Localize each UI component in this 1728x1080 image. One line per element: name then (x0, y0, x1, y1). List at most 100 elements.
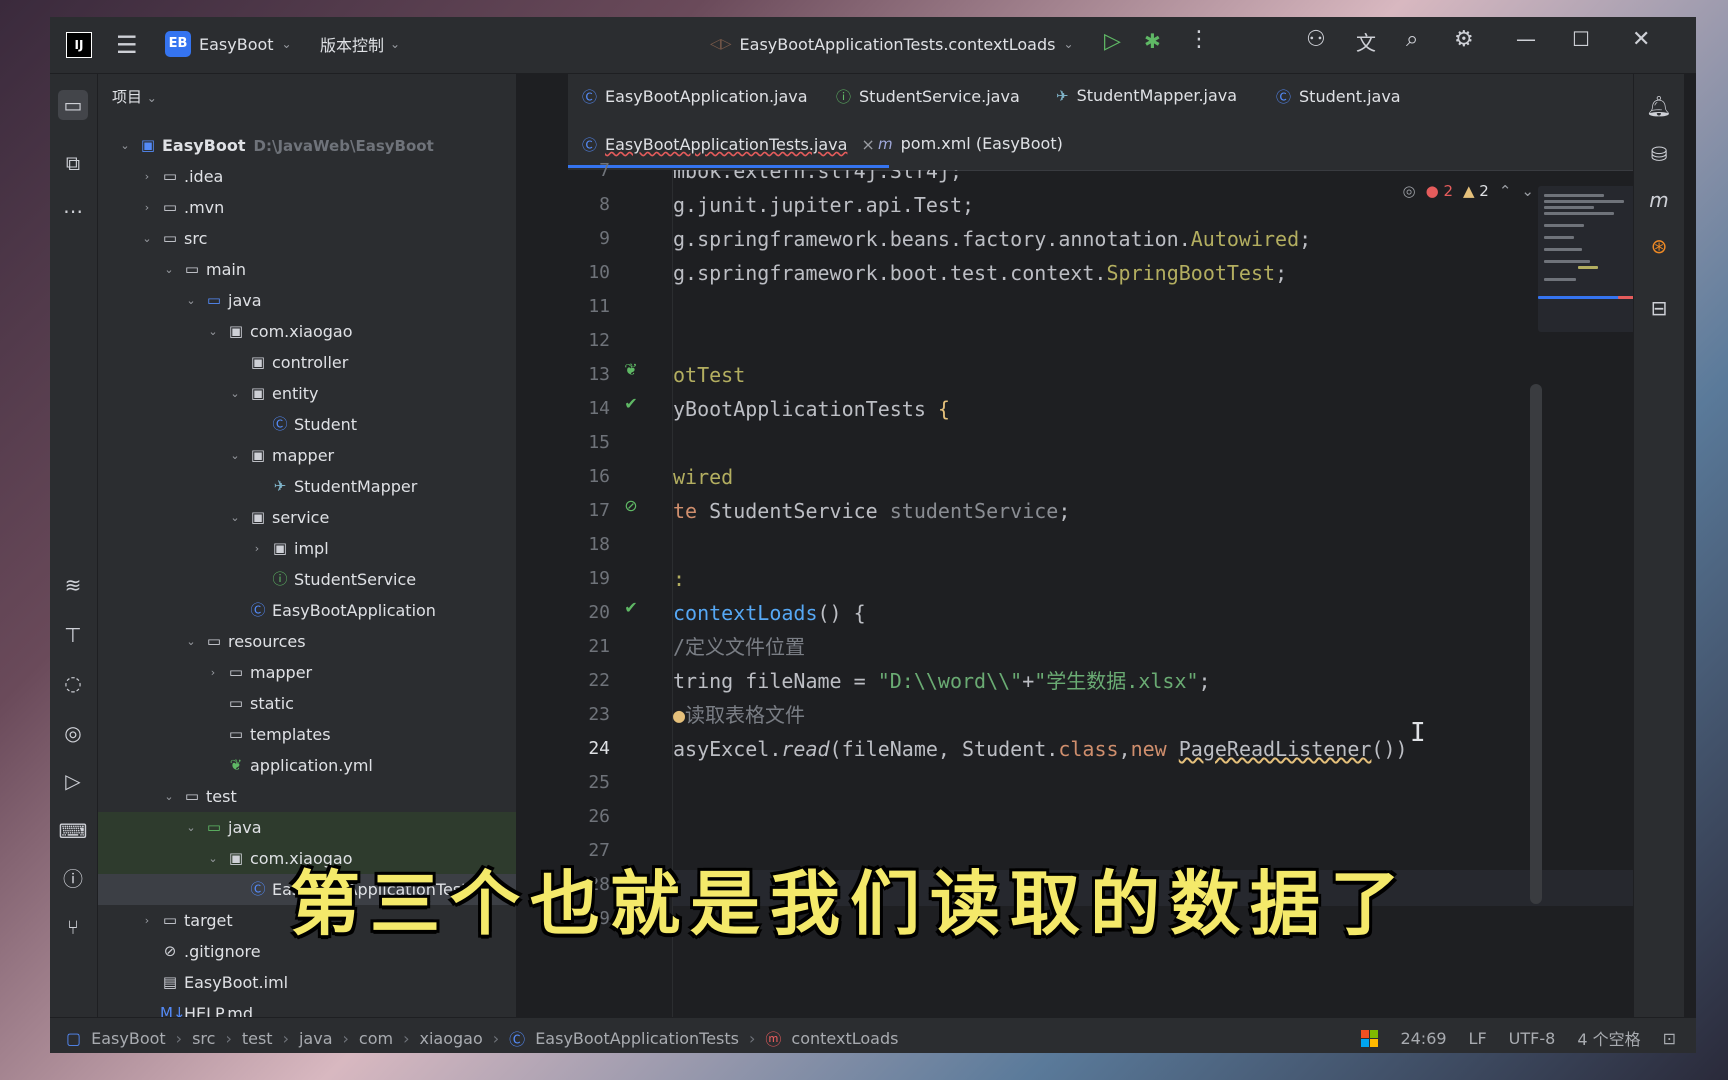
tree-item[interactable]: ⌄ ▣ com.xiaogao (98, 316, 516, 347)
tree-item[interactable]: ⌄ ▭ main (98, 254, 516, 285)
chevron-down-icon[interactable]: ⌄ (184, 626, 198, 657)
tab-student-mapper[interactable]: ✈ StudentMapper.java (1056, 86, 1237, 105)
maximize-icon[interactable]: ☐ (1572, 27, 1590, 51)
debug-icon[interactable]: ✱ (1144, 29, 1161, 53)
tree-item[interactable]: ⌄ ▭ resources (98, 626, 516, 657)
chevron-down-icon[interactable]: ⌄ (206, 843, 220, 874)
main-menu-icon[interactable]: ☰ (116, 31, 138, 59)
next-problem-icon[interactable]: ⌄ (1521, 182, 1534, 200)
line-separator[interactable]: LF (1469, 1029, 1487, 1048)
tab-pom-xml[interactable]: m pom.xml (EasyBoot) (878, 134, 1063, 153)
tree-item[interactable]: ⓘ StudentService (98, 564, 516, 595)
add-user-icon[interactable]: ⚇ (1306, 27, 1326, 52)
profiler-icon[interactable]: ◌ (58, 668, 88, 698)
spring-leaf-icon[interactable]: ❦ (618, 360, 644, 379)
chevron-down-icon[interactable]: ⌄ (184, 285, 198, 316)
tree-item[interactable]: Ⓒ Student (98, 409, 516, 440)
chevron-right-icon[interactable]: › (206, 657, 220, 688)
chevron-down-icon[interactable]: ⌄ (228, 440, 242, 471)
run-test-method-icon[interactable]: ✔ (618, 598, 644, 617)
intellij-logo-icon[interactable]: IJ (66, 32, 92, 58)
tree-item[interactable]: Ⓒ EasyBootApplication (98, 595, 516, 626)
caret-position[interactable]: 24:69 (1400, 1029, 1446, 1048)
terminal-icon[interactable]: ⌨ (58, 816, 88, 846)
indent-setting[interactable]: 4 个空格 (1577, 1026, 1640, 1050)
close-icon[interactable]: ✕ (1632, 27, 1650, 52)
crumb[interactable]: src (192, 1029, 215, 1048)
tab-easyboot-application-tests[interactable]: Ⓒ EasyBootApplicationTests.java × (568, 134, 889, 168)
tree-item[interactable]: ▣ controller (98, 347, 516, 378)
tree-item[interactable]: ▤ EasyBoot.iml (98, 967, 516, 998)
project-panel-header[interactable]: 项目 ⌄ (112, 86, 157, 107)
tree-item[interactable]: ⌄ ▣ service (98, 502, 516, 533)
project-folder-icon[interactable]: ▭ (58, 90, 88, 120)
lightbulb-icon[interactable]: ● (673, 703, 685, 727)
settings-icon[interactable]: ⚙ (1454, 27, 1474, 52)
notifications-icon[interactable]: 🔔︎ (1646, 94, 1672, 118)
chevron-right-icon[interactable]: › (250, 533, 264, 564)
chevron-down-icon[interactable]: ⌄ (140, 223, 154, 254)
inspection-widget[interactable]: ◎ ● 2 ▲ 2 ⌃ ⌄ (1402, 182, 1534, 200)
search-icon[interactable]: ⌕ (1406, 27, 1418, 52)
tree-item[interactable]: ✈ StudentMapper (98, 471, 516, 502)
vcs-menu[interactable]: 版本控制 ⌄ (320, 29, 400, 59)
more-actions-icon[interactable]: ⋮ (1188, 27, 1210, 52)
tree-item[interactable]: ❦ application.yml (98, 750, 516, 781)
tree-item[interactable]: › ▭ .mvn (98, 192, 516, 223)
problems-icon[interactable]: ⓘ (58, 864, 88, 894)
chevron-down-icon[interactable]: ⌄ (228, 502, 242, 533)
close-tab-icon[interactable]: × (861, 135, 874, 154)
structure-icon[interactable]: ⧉ (58, 148, 88, 178)
run-tool-icon[interactable]: ▷ (58, 766, 88, 796)
git-icon[interactable]: ⑂ (58, 912, 88, 942)
crumb[interactable]: test (242, 1029, 273, 1048)
tree-item[interactable]: ⌄ ▭ java (98, 812, 516, 843)
chevron-right-icon[interactable]: › (140, 192, 154, 223)
crumb[interactable]: EasyBoot (91, 1029, 166, 1048)
chevron-right-icon[interactable]: › (140, 161, 154, 192)
chevron-down-icon[interactable]: ⌄ (228, 378, 242, 409)
tree-item[interactable]: ⌄ ▣ entity (98, 378, 516, 409)
run-config-selector[interactable]: ◁▷ EasyBootApplicationTests.contextLoads… (710, 29, 1074, 59)
tab-student-service[interactable]: ⓘ StudentService.java (836, 86, 1020, 107)
autowired-bean-icon[interactable]: ⊘ (618, 496, 644, 515)
run-icon[interactable]: ▷ (1104, 29, 1121, 54)
database-icon[interactable]: ⛁ (1646, 142, 1672, 166)
minimize-icon[interactable]: — (1516, 27, 1536, 51)
lock-icon[interactable]: ⊡ (1663, 1029, 1676, 1048)
chevron-down-icon[interactable]: ⌄ (162, 781, 176, 812)
chevron-right-icon[interactable]: › (140, 905, 154, 936)
tree-item[interactable]: ⌄ ▭ src (98, 223, 516, 254)
tree-item[interactable]: ⌄ ▭ java (98, 285, 516, 316)
project-switcher[interactable]: EB EasyBoot ⌄ (165, 29, 292, 59)
tab-student[interactable]: Ⓒ Student.java (1276, 86, 1401, 107)
build-icon[interactable]: ⊤ (58, 620, 88, 650)
reader-mode-icon[interactable]: ◎ (1402, 182, 1415, 200)
tree-item[interactable]: ⌄ ▣ EasyBoot D:\JavaWeb\EasyBoot (98, 130, 516, 161)
chevron-down-icon[interactable]: ⌄ (184, 812, 198, 843)
maven-tool-icon[interactable]: m (1646, 188, 1672, 212)
more-tools-icon[interactable]: ⋯ (58, 196, 88, 226)
tree-item[interactable]: ⌄ ▭ test (98, 781, 516, 812)
tree-item[interactable]: › ▭ .idea (98, 161, 516, 192)
tab-easyboot-application[interactable]: Ⓒ EasyBootApplication.java (582, 86, 808, 107)
tree-item[interactable]: ⌄ ▣ mapper (98, 440, 516, 471)
tree-item[interactable]: › ▣ impl (98, 533, 516, 564)
editor-vertical-scrollbar[interactable] (1530, 384, 1542, 904)
tree-item[interactable]: ▭ static (98, 688, 516, 719)
file-encoding[interactable]: UTF-8 (1509, 1029, 1556, 1048)
plugin-icon[interactable]: ⊛ (1646, 234, 1672, 258)
tree-item[interactable]: ▭ templates (98, 719, 516, 750)
layers-icon[interactable]: ≋ (58, 570, 88, 600)
prev-problem-icon[interactable]: ⌃ (1499, 182, 1512, 200)
crumb[interactable]: EasyBootApplicationTests (535, 1029, 739, 1048)
run-test-class-icon[interactable]: ✔ (618, 394, 644, 413)
crumb[interactable]: com (359, 1029, 393, 1048)
chevron-down-icon[interactable]: ⌄ (206, 316, 220, 347)
crumb[interactable]: contextLoads (791, 1029, 898, 1048)
chevron-down-icon[interactable]: ⌄ (162, 254, 176, 285)
bookmarks-icon[interactable]: ⊟ (1646, 296, 1672, 320)
crumb[interactable]: java (299, 1029, 333, 1048)
tree-item[interactable]: › ▭ mapper (98, 657, 516, 688)
services-icon[interactable]: ◎ (58, 718, 88, 748)
